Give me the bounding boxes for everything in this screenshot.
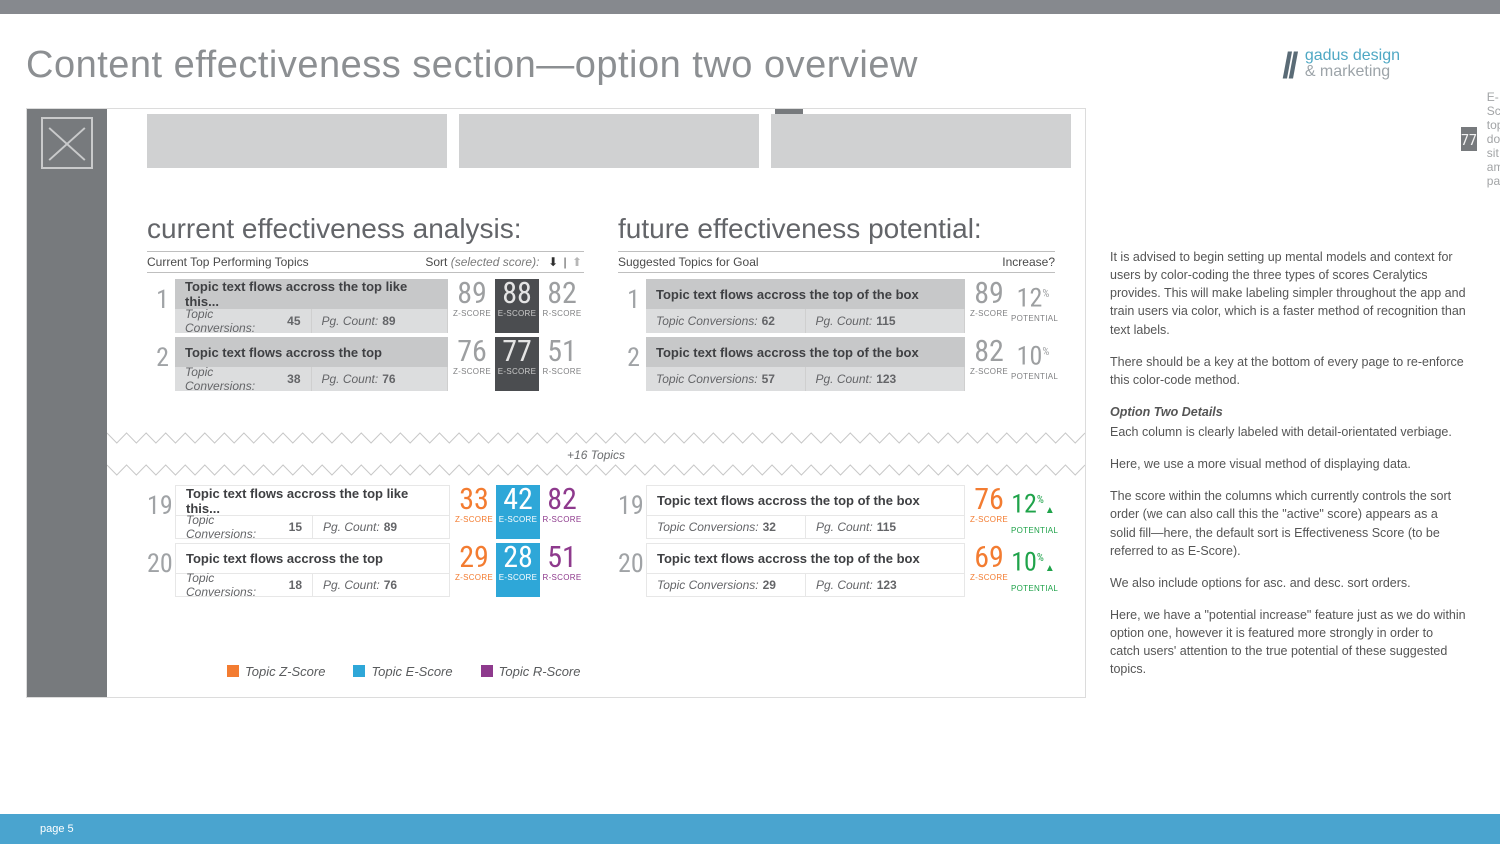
score-group: 33Z-SCORE 42E-SCORE 82R-SCORE: [452, 485, 584, 539]
topic-conversions: Topic Conversions: 62: [646, 309, 806, 333]
score-group: 29Z-SCORE 28E-SCORE 51R-SCORE: [452, 543, 584, 597]
sort-asc-icon[interactable]: ⬆: [570, 255, 584, 269]
topic-row[interactable]: 20 Topic text flows accross the top of t…: [618, 543, 1055, 597]
placeholder-x-icon: [41, 117, 93, 169]
topic-pagecount: Pg. Count: 89: [313, 515, 450, 539]
row-rank: 19: [618, 485, 640, 539]
topic-title: Topic text flows accross the top like th…: [175, 279, 448, 309]
increase-arrow-icon: ▲: [1045, 563, 1055, 574]
legend-swatch-r: [481, 665, 493, 677]
topic-pagecount: Pg. Count: 123: [806, 573, 965, 597]
logo-text-line2: & marketing: [1305, 64, 1400, 80]
legend-r: Topic R-Score: [499, 664, 581, 679]
legend: Topic Z-Score Topic E-Score Topic R-Scor…: [227, 664, 581, 679]
legend-z: Topic Z-Score: [245, 664, 325, 679]
annotation-p1: It is advised to begin setting up mental…: [1110, 248, 1466, 339]
topic-pagecount: Pg. Count: 89: [312, 309, 449, 333]
top-bar: [0, 0, 1500, 14]
sort-desc-icon[interactable]: ⬇: [546, 255, 560, 269]
row-rank: 1: [147, 279, 169, 333]
topic-conversions: Topic Conversions: 32: [646, 515, 806, 539]
sort-note: (selected score):: [451, 255, 540, 269]
annotation-text: It is advised to begin setting up mental…: [1110, 248, 1466, 692]
page-title: Content effectiveness section—option two…: [0, 14, 1500, 87]
annotation-p6: We also include options for asc. and des…: [1110, 574, 1466, 592]
topic-pagecount: Pg. Count: 76: [313, 573, 450, 597]
topic-conversions: Topic Conversions: 38: [175, 367, 312, 391]
right-heading: future effectiveness potential:: [618, 213, 1055, 245]
row-rank: 1: [618, 279, 640, 333]
topic-conversions: Topic Conversions: 18: [175, 573, 313, 597]
score-group: 76Z-SCORE 12%▲POTENTIAL: [967, 485, 1055, 539]
right-column: future effectiveness potential: Suggeste…: [618, 213, 1055, 395]
topic-conversions: Topic Conversions: 29: [646, 573, 806, 597]
row-rank: 20: [618, 543, 640, 597]
brand-logo: // gadus design & marketing: [1282, 48, 1400, 84]
more-topics-label: +16 Topics: [107, 448, 1085, 462]
topic-row[interactable]: 1 Topic text flows accross the top of th…: [618, 279, 1055, 333]
score-group: 76Z-SCORE 77E-SCORE 51R-SCORE: [450, 337, 584, 391]
row-rank: 2: [147, 337, 169, 391]
pill-label: E-Score topic: dolor sit ament parque: [1487, 90, 1500, 188]
legend-swatch-e: [353, 665, 365, 677]
topic-pagecount: Pg. Count: 115: [806, 515, 965, 539]
row-rank: 19: [147, 485, 169, 539]
topic-pagecount: Pg. Count: 123: [806, 367, 966, 391]
topic-conversions: Topic Conversions: 57: [646, 367, 806, 391]
topic-row[interactable]: 2 Topic text flows accross the top Topic…: [147, 337, 584, 391]
page-number: page 5: [40, 823, 74, 835]
topic-row[interactable]: 1 Topic text flows accross the top like …: [147, 279, 584, 333]
topic-row[interactable]: 20 Topic text flows accross the top Topi…: [147, 543, 584, 597]
tab-placeholder-2[interactable]: [459, 114, 759, 168]
score-group: 82Z-SCORE 10%POTENTIAL: [967, 337, 1055, 391]
topic-conversions: Topic Conversions: 15: [175, 515, 313, 539]
left-column: current effectiveness analysis: Current …: [147, 213, 584, 395]
sort-label: Sort: [425, 255, 447, 269]
annotation-subhead: Option Two Details: [1110, 403, 1466, 421]
page-footer: page 5: [0, 814, 1500, 844]
topic-row[interactable]: 2 Topic text flows accross the top of th…: [618, 337, 1055, 391]
pill-value: 77: [1461, 127, 1477, 151]
increase-label: Increase?: [1002, 255, 1055, 269]
topic-conversions: Topic Conversions: 45: [175, 309, 312, 333]
legend-swatch-z: [227, 665, 239, 677]
right-subheader-title: Suggested Topics for Goal: [618, 255, 759, 269]
score-group: 89Z-SCORE 12%POTENTIAL: [967, 279, 1055, 333]
topic-title: Topic text flows accross the top: [175, 337, 448, 367]
topic-row[interactable]: 19 Topic text flows accross the top of t…: [618, 485, 1055, 539]
legend-e: Topic E-Score: [371, 664, 452, 679]
score-group: 69Z-SCORE 10%▲POTENTIAL: [967, 543, 1055, 597]
annotation-p3: Each column is clearly labeled with deta…: [1110, 423, 1466, 441]
logo-text-line1: gadus design: [1305, 48, 1400, 64]
topic-title: Topic text flows accross the top: [175, 543, 450, 573]
topic-title: Topic text flows accross the top of the …: [646, 279, 965, 309]
tabs-row: 77 E-Score topic: dolor sit ament parque: [107, 109, 1085, 173]
mockup-sidebar: [27, 109, 107, 697]
annotation-p7: Here, we have a "potential increase" fea…: [1110, 606, 1466, 679]
annotation-p4: Here, we use a more visual method of dis…: [1110, 455, 1466, 473]
left-heading: current effectiveness analysis:: [147, 213, 584, 245]
topic-title: Topic text flows accross the top of the …: [646, 485, 965, 515]
row-rank: 2: [618, 337, 640, 391]
topic-title: Topic text flows accross the top like th…: [175, 485, 450, 515]
annotation-p5: The score within the columns which curre…: [1110, 487, 1466, 560]
increase-arrow-icon: ▲: [1045, 505, 1055, 516]
left-subheader-title: Current Top Performing Topics: [147, 255, 309, 269]
annotation-p2: There should be a key at the bottom of e…: [1110, 353, 1466, 389]
score-group: 89Z-SCORE 88E-SCORE 82R-SCORE: [450, 279, 584, 333]
logo-slashes-icon: //: [1282, 48, 1294, 84]
tab-placeholder-1[interactable]: [147, 114, 447, 168]
row-rank: 20: [147, 543, 169, 597]
topic-pagecount: Pg. Count: 76: [312, 367, 449, 391]
right-subheader: Suggested Topics for Goal Increase?: [618, 251, 1055, 273]
topic-pagecount: Pg. Count: 115: [806, 309, 966, 333]
mockup-frame: 77 E-Score topic: dolor sit ament parque…: [26, 108, 1086, 698]
topic-row[interactable]: 19 Topic text flows accross the top like…: [147, 485, 584, 539]
sort-controls: Sort (selected score): ⬇ | ⬆: [425, 255, 584, 269]
topic-title: Topic text flows accross the top of the …: [646, 337, 965, 367]
left-subheader: Current Top Performing Topics Sort (sele…: [147, 251, 584, 273]
tab-placeholder-3[interactable]: 77 E-Score topic: dolor sit ament parque: [771, 114, 1071, 168]
topic-title: Topic text flows accross the top of the …: [646, 543, 965, 573]
